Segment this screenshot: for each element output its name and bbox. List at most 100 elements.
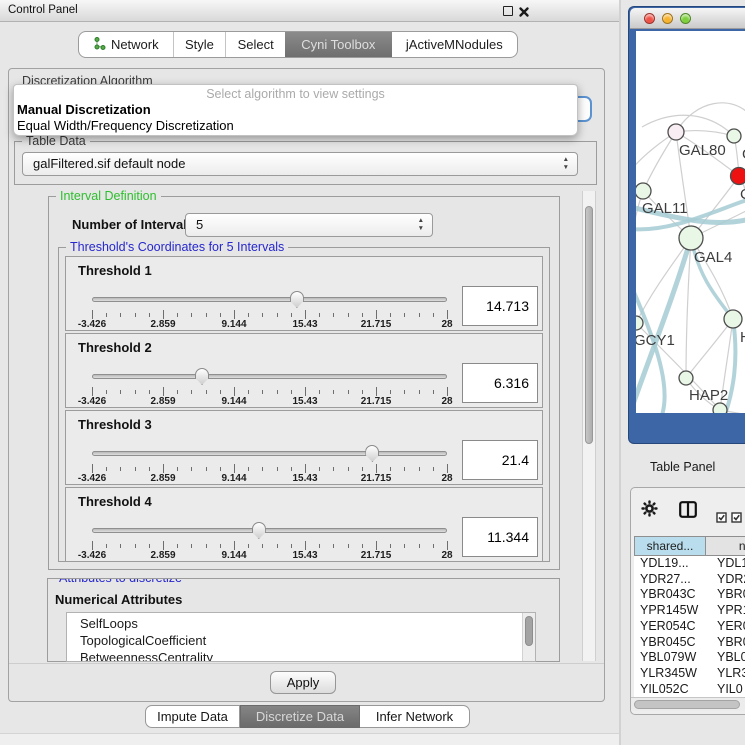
slider-tick	[120, 390, 121, 394]
cell-shared-name[interactable]: YBR045C	[640, 635, 706, 651]
table-row[interactable]: YBR043C YBR0	[634, 587, 745, 603]
table-horizontal-scrollbar[interactable]	[631, 697, 745, 711]
slider-track[interactable]	[92, 297, 447, 302]
table-row[interactable]: YPR145W YPR1	[634, 603, 745, 619]
slider-track[interactable]	[92, 451, 447, 456]
slider-tick	[262, 313, 263, 317]
slider-tick	[305, 387, 306, 396]
network-node[interactable]	[724, 310, 742, 328]
slider-tick	[262, 390, 263, 394]
network-node[interactable]	[636, 183, 651, 199]
cell-name[interactable]: YPR1	[717, 603, 745, 619]
table-row[interactable]: YER054C YER0	[634, 619, 745, 635]
slider-tick	[92, 541, 93, 550]
network-node[interactable]	[713, 403, 727, 413]
tab-network[interactable]: Network	[79, 32, 173, 57]
tab-jactivemnodules[interactable]: jActiveMNodules	[392, 32, 517, 57]
float-window-icon[interactable]	[503, 6, 513, 16]
list-item[interactable]: TopologicalCoefficient	[67, 632, 535, 649]
network-node[interactable]	[636, 316, 643, 330]
threshold-value-box[interactable]: 14.713	[462, 286, 538, 326]
close-icon[interactable]	[518, 5, 530, 17]
network-node[interactable]	[727, 129, 741, 143]
threshold-value-box[interactable]: 11.344	[462, 517, 538, 557]
slider-tick	[305, 541, 306, 550]
slider-thumb[interactable]	[290, 291, 304, 308]
column-header-name[interactable]: na	[706, 536, 745, 556]
list-scrollbar[interactable]	[522, 613, 535, 661]
cell-shared-name[interactable]: YBR043C	[640, 587, 706, 603]
slider-thumb[interactable]	[252, 522, 266, 539]
number-of-intervals-combo[interactable]: 5 ▲▼	[185, 213, 433, 237]
list-item[interactable]: SelfLoops	[67, 613, 535, 632]
cell-shared-name[interactable]: YLR345W	[640, 666, 706, 682]
network-node[interactable]	[679, 371, 693, 385]
threshold-slider[interactable]	[92, 445, 447, 463]
gear-icon[interactable]	[641, 500, 658, 522]
network-node[interactable]	[679, 226, 703, 250]
tab-select[interactable]: Select	[225, 32, 285, 57]
network-edge[interactable]	[676, 103, 745, 132]
slider-thumb[interactable]	[365, 445, 379, 462]
tab-discretize-data[interactable]: Discretize Data	[240, 705, 360, 728]
cell-name[interactable]: YIL0	[717, 682, 743, 698]
checkbox-checked-icon[interactable]	[716, 510, 727, 528]
apply-button[interactable]: Apply	[270, 671, 336, 694]
slider-tick-label: 9.144	[221, 319, 246, 330]
tab-impute-data[interactable]: Impute Data	[145, 705, 240, 728]
network-node[interactable]	[731, 168, 745, 185]
zoom-traffic-light[interactable]	[680, 13, 691, 24]
tab-style[interactable]: Style	[173, 32, 226, 57]
table-row[interactable]: YDR27... YDR2	[634, 572, 745, 588]
slider-thumb[interactable]	[195, 368, 209, 385]
cell-name[interactable]: YBR0	[717, 635, 745, 651]
cell-name[interactable]: YDL1	[717, 556, 745, 572]
cell-shared-name[interactable]: YBL079W	[640, 650, 706, 666]
network-node[interactable]	[668, 124, 684, 140]
checkbox-checked-icon[interactable]	[731, 510, 742, 528]
slider-track[interactable]	[92, 374, 447, 379]
panel-scrollbar[interactable]	[582, 191, 596, 661]
column-header-shared-name[interactable]: shared...	[634, 536, 706, 556]
split-columns-icon[interactable]	[679, 501, 697, 523]
table-row[interactable]: YBL079W YBL0	[634, 650, 745, 666]
cell-shared-name[interactable]: YDR27...	[640, 572, 706, 588]
close-traffic-light[interactable]	[644, 13, 655, 24]
network-edge[interactable]	[636, 238, 691, 323]
table-row[interactable]: YLR345W YLR3	[634, 666, 745, 682]
threshold-value-box[interactable]: 21.4	[462, 440, 538, 480]
dropdown-option-manual-discretization[interactable]: Manual Discretization	[17, 102, 151, 117]
slider-track[interactable]	[92, 528, 447, 533]
cell-shared-name[interactable]: YPR145W	[640, 603, 706, 619]
slider-tick	[376, 387, 377, 396]
threshold-slider[interactable]	[92, 522, 447, 540]
cell-shared-name[interactable]: YER054C	[640, 619, 706, 635]
minimize-traffic-light[interactable]	[662, 13, 673, 24]
tab-infer-network[interactable]: Infer Network	[360, 705, 470, 728]
threshold-slider[interactable]	[92, 291, 447, 309]
list-item[interactable]: BetweennessCentrality	[67, 649, 535, 662]
cell-name[interactable]: YDR2	[717, 572, 745, 588]
tab-cyni-toolbox[interactable]: Cyni Toolbox	[285, 32, 392, 57]
network-window-titlebar[interactable]	[630, 8, 745, 29]
network-edge[interactable]	[643, 132, 676, 191]
table-row[interactable]: YIL052C YIL0	[634, 682, 745, 698]
cell-name[interactable]: YBR0	[717, 587, 745, 603]
slider-tick	[376, 464, 377, 473]
dropdown-option-equal-width[interactable]: Equal Width/Frequency Discretization	[17, 118, 234, 133]
cell-shared-name[interactable]: YIL052C	[640, 682, 706, 698]
network-edge[interactable]	[676, 131, 734, 136]
threshold-value-box[interactable]: 6.316	[462, 363, 538, 403]
slider-tick	[106, 544, 107, 548]
table-data-combo[interactable]: galFiltered.sif default node ▲▼	[22, 152, 578, 176]
cell-name[interactable]: YLR3	[717, 666, 745, 682]
table-row[interactable]: YDL19... YDL1	[634, 556, 745, 572]
cell-shared-name[interactable]: YDL19...	[640, 556, 706, 572]
slider-tick-label: 2.859	[150, 473, 175, 484]
cell-name[interactable]: YER0	[717, 619, 745, 635]
threshold-slider[interactable]	[92, 368, 447, 386]
table-row[interactable]: YBR045C YBR0	[634, 635, 745, 651]
slider-tick	[348, 313, 349, 317]
network-canvas[interactable]: GAL80GCGAL11GAL4GCY1HHAP2	[636, 31, 745, 413]
cell-name[interactable]: YBL0	[717, 650, 745, 666]
